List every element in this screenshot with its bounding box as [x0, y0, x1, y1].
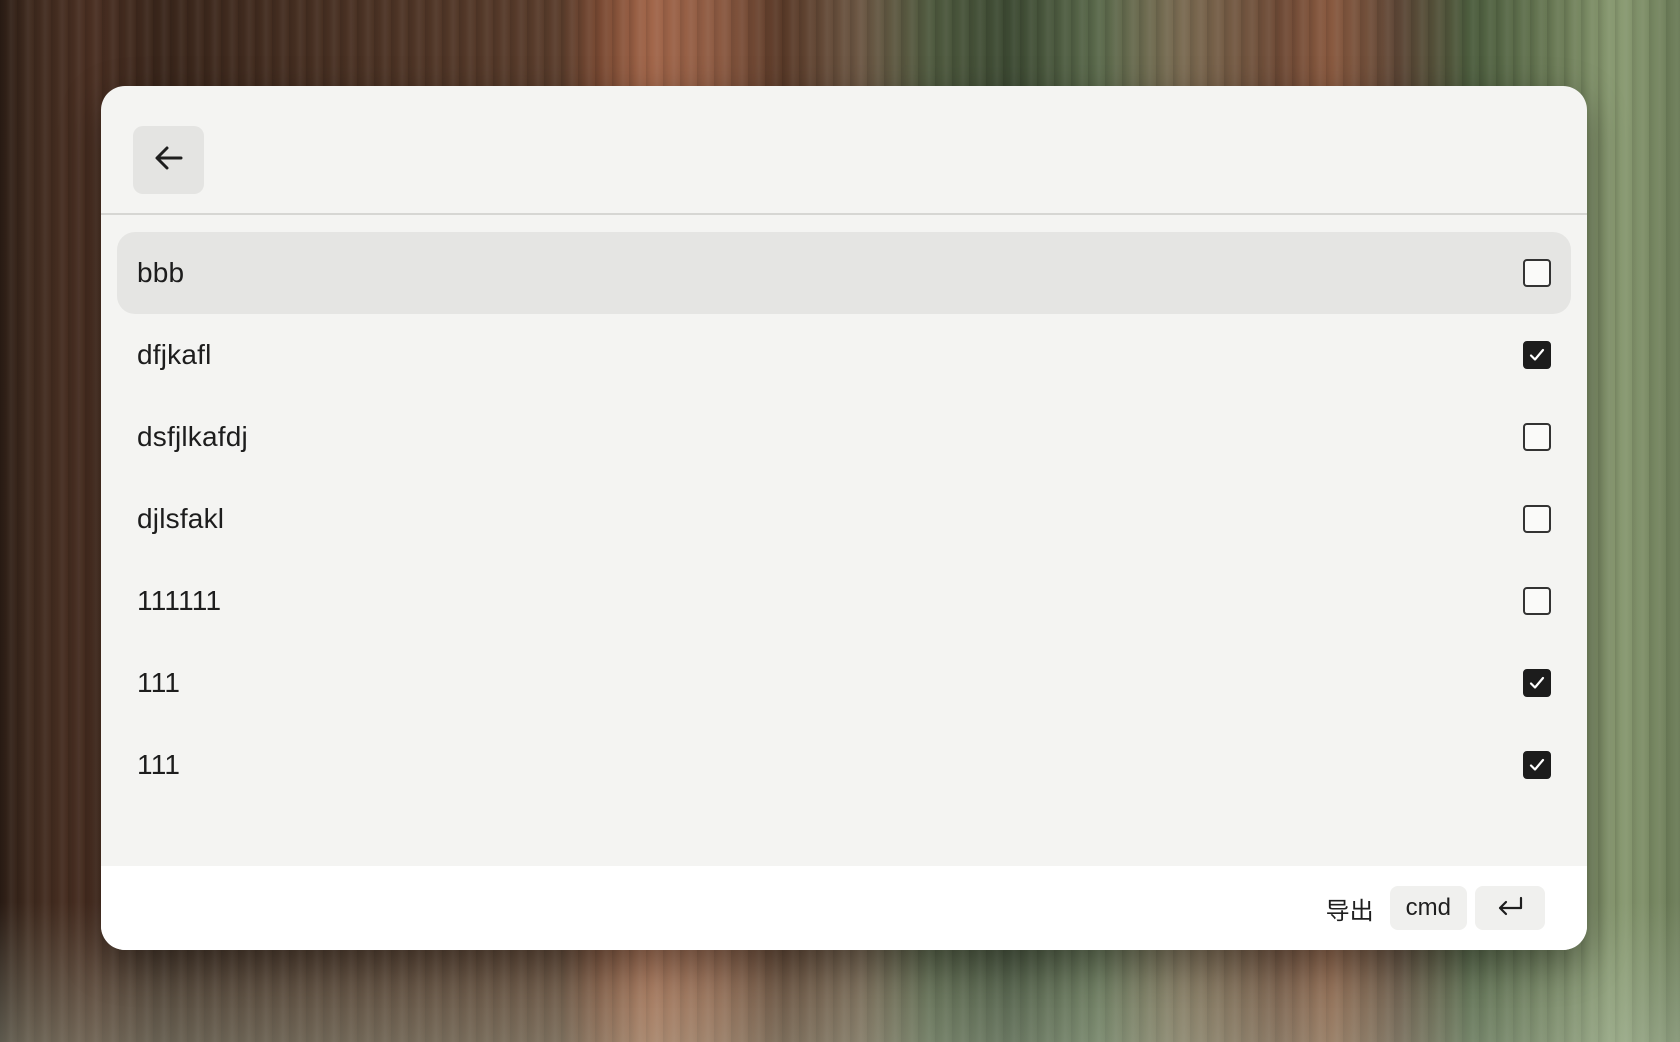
enter-key-badge[interactable]: [1475, 886, 1545, 930]
cmd-key-badge[interactable]: cmd: [1389, 886, 1467, 930]
list-item[interactable]: 111: [117, 724, 1571, 806]
export-action-label[interactable]: 导出: [1326, 891, 1374, 926]
export-panel: bbb dfjkafl dsfjlkafdj djlsfakl 111111 1…: [101, 86, 1587, 950]
list-item[interactable]: bbb: [117, 232, 1571, 314]
panel-header: [101, 86, 1587, 215]
list-item-label: bbb: [137, 257, 185, 288]
panel-footer: 导出 cmd: [101, 866, 1587, 950]
item-checkbox[interactable]: [1523, 341, 1551, 369]
back-button[interactable]: [133, 126, 204, 194]
return-icon: [1495, 894, 1525, 923]
check-icon: [1529, 758, 1545, 771]
list-item[interactable]: dsfjlkafdj: [117, 396, 1571, 478]
list-item-label: dfjkafl: [137, 339, 212, 370]
list-item-label: 111111: [137, 585, 222, 616]
item-checkbox[interactable]: [1523, 259, 1551, 287]
item-checkbox[interactable]: [1523, 423, 1551, 451]
list-item-label: dsfjlkafdj: [137, 421, 248, 452]
item-checkbox[interactable]: [1523, 669, 1551, 697]
list-item-label: djlsfakl: [137, 503, 225, 534]
item-list: bbb dfjkafl dsfjlkafdj djlsfakl 111111 1…: [117, 232, 1571, 806]
item-checkbox[interactable]: [1523, 751, 1551, 779]
check-icon: [1529, 348, 1545, 361]
list-item[interactable]: dfjkafl: [117, 314, 1571, 396]
list-item[interactable]: djlsfakl: [117, 478, 1571, 560]
arrow-left-icon: [152, 141, 186, 180]
list-item[interactable]: 111111: [117, 560, 1571, 642]
item-checkbox[interactable]: [1523, 587, 1551, 615]
list-item-label: 111: [137, 749, 181, 780]
list-item-label: 111: [137, 667, 181, 698]
item-checkbox[interactable]: [1523, 505, 1551, 533]
check-icon: [1529, 676, 1545, 689]
list-item[interactable]: 111: [117, 642, 1571, 724]
desktop-background: bbb dfjkafl dsfjlkafdj djlsfakl 111111 1…: [0, 0, 1680, 1042]
